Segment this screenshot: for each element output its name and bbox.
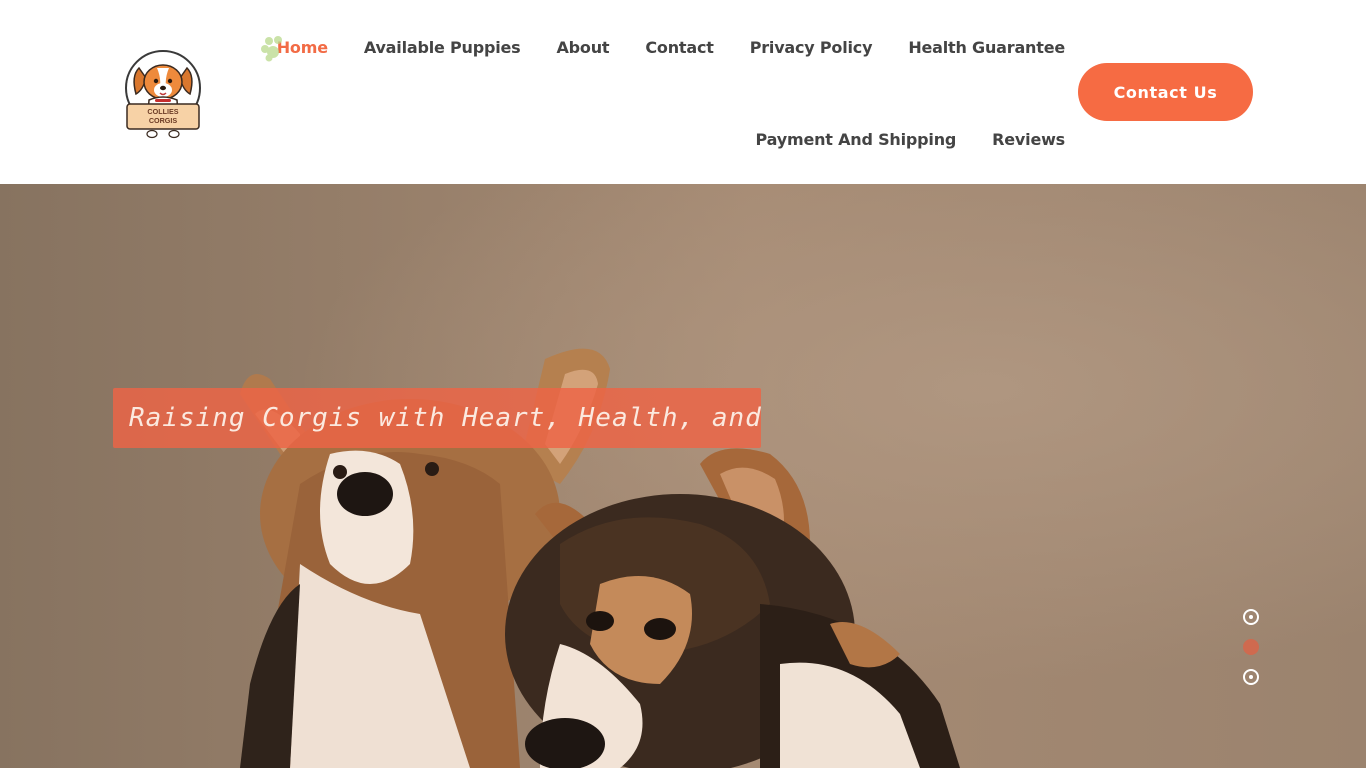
slide-dot-2[interactable] bbox=[1243, 639, 1259, 655]
slide-dot-1[interactable] bbox=[1243, 609, 1259, 625]
slide-dot-3[interactable] bbox=[1243, 669, 1259, 685]
hero-slider: Raising Corgis with Heart, Health, and H… bbox=[0, 184, 1366, 768]
paw-icon bbox=[260, 35, 282, 61]
nav-row-primary: Home Available Puppies About Contact Pri… bbox=[260, 30, 1065, 64]
nav-item-payment-and-shipping[interactable]: Payment And Shipping bbox=[756, 130, 957, 149]
svg-text:COLLIES: COLLIES bbox=[147, 107, 178, 116]
contact-us-button[interactable]: Contact Us bbox=[1078, 63, 1253, 121]
corgi-puppies-photo bbox=[0, 184, 1366, 768]
puppy-logo-icon[interactable]: COLLIES CORGIS bbox=[122, 48, 204, 140]
nav-row-secondary: Payment And Shipping Reviews bbox=[756, 122, 1066, 156]
hero-tagline: Raising Corgis with Heart, Health, and H… bbox=[113, 388, 761, 448]
nav-item-available-puppies[interactable]: Available Puppies bbox=[364, 38, 521, 57]
nav-item-home[interactable]: Home bbox=[260, 35, 328, 61]
nav-item-reviews[interactable]: Reviews bbox=[992, 130, 1065, 149]
nav-item-contact[interactable]: Contact bbox=[645, 38, 714, 57]
svg-text:CORGIS: CORGIS bbox=[149, 116, 178, 125]
main-navigation: Home Available Puppies About Contact Pri… bbox=[260, 0, 1066, 184]
slider-pagination bbox=[1243, 609, 1259, 685]
nav-item-health-guarantee[interactable]: Health Guarantee bbox=[908, 38, 1065, 57]
site-header: COLLIES CORGIS Home Available Puppies Ab… bbox=[0, 0, 1366, 184]
nav-item-about[interactable]: About bbox=[557, 38, 610, 57]
nav-item-privacy-policy[interactable]: Privacy Policy bbox=[750, 38, 873, 57]
